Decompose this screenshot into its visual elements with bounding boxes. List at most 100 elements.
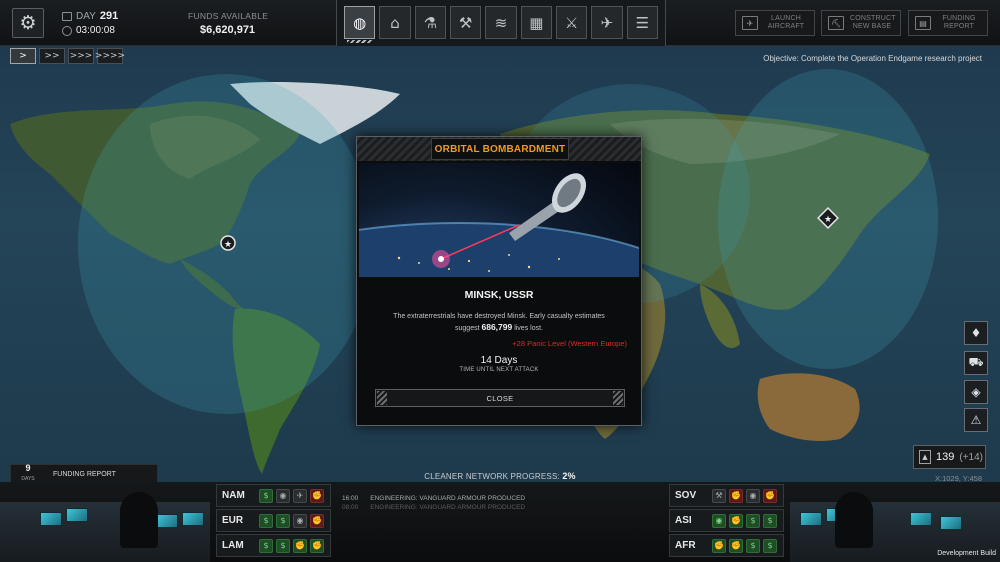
alerts-button[interactable]: ⚠: [964, 408, 988, 432]
tab-base[interactable]: ▦: [520, 6, 552, 39]
region-panel-right: SOV ⚒ ✊ ◉ ✊ ASI ◉ ✊ $ $ AFR ✊ ✊ $ $: [669, 484, 784, 559]
region-row-afr[interactable]: AFR ✊ ✊ $ $: [669, 534, 784, 557]
gear-icon: ⚙: [19, 12, 37, 34]
interceptor-status-icon: $: [746, 513, 760, 528]
log-time: 08:00: [342, 504, 359, 511]
aircraft-jet-icon: ✈: [600, 13, 614, 32]
region-row-asi[interactable]: ASI ◉ ✊ $ $: [669, 509, 784, 532]
weapons-rifle-icon: ⚔: [564, 13, 579, 32]
console-screen: [182, 512, 204, 526]
radar-status-icon: ✊: [729, 513, 743, 528]
tab-aircraft[interactable]: ✈: [591, 6, 623, 39]
region-row-lam[interactable]: LAM $ $ ✊ ✊: [216, 534, 331, 557]
scientist-counter: ▲ 139 (+14): [913, 445, 986, 469]
main-nav-tabs: ◍ ⌂ ⚗ ⚒ ≋ ▦ ⚔ ✈ ☰: [336, 0, 666, 46]
target-city: MINSK, USSR: [464, 289, 534, 301]
panic-status-icon: $: [763, 538, 777, 553]
tab-archive[interactable]: ☰: [626, 6, 658, 39]
radar-status-icon: $: [276, 538, 290, 553]
scan-map-button[interactable]: ◈: [964, 380, 988, 404]
day-value: 291: [99, 10, 119, 22]
orbital-satellite-image: [359, 173, 639, 277]
speed-1-button[interactable]: >: [10, 48, 36, 64]
tab-geoscape[interactable]: ◍: [344, 6, 376, 43]
calendar-icon: [62, 11, 72, 21]
tab-soldiers[interactable]: ≋: [485, 6, 517, 39]
console-screen: [940, 516, 962, 530]
tab-engineering[interactable]: ⚒: [449, 6, 482, 39]
funding-status-icon: $: [259, 538, 273, 553]
region-name: EUR: [222, 515, 244, 526]
interceptor-status-icon: $: [746, 538, 760, 553]
report-document-icon: ▤: [915, 16, 931, 30]
dialog-message: The extraterrestrials have destroyed Min…: [377, 311, 621, 334]
operator-silhouette: [120, 492, 158, 548]
funding-report-label: FUNDING REPORT: [942, 15, 976, 30]
funding-status-icon: $: [259, 488, 273, 503]
region-panel-left: NAM $ ◉ ✈ ✊ EUR $ $ ◉ ✊ LAM $ $ ✊ ✊: [216, 484, 331, 559]
continent-australia: [757, 373, 860, 441]
radar-status-icon: ✊: [729, 488, 743, 503]
log-text: ENGINEERING: VANGUARD ARMOUR PRODUCED: [370, 495, 526, 502]
vehicle-button[interactable]: ⛟: [964, 351, 988, 375]
region-row-nam[interactable]: NAM $ ◉ ✈ ✊: [216, 484, 331, 507]
interceptor-status-icon: ✊: [293, 538, 307, 553]
panic-status-icon: $: [763, 513, 777, 528]
console-screen: [156, 514, 178, 528]
svg-text:★: ★: [824, 215, 832, 225]
radar-status-icon: ✊: [729, 538, 743, 553]
cleaner-progress-value: 2%: [562, 471, 576, 481]
engineering-wrench-icon: ⚒: [458, 13, 473, 32]
log-entry: 16:00 ENGINEERING: VANGUARD ARMOUR PRODU…: [342, 494, 525, 503]
tab-research[interactable]: ⚗: [414, 6, 446, 39]
day-label: DAY: [76, 10, 96, 22]
funds-label: FUNDS AVAILABLE: [188, 11, 269, 21]
log-entry: 08:00 ENGINEERING: VANGUARD ARMOUR PRODU…: [342, 503, 525, 512]
tab-hangar[interactable]: ⌂: [379, 6, 411, 39]
funding-status-icon: ◉: [712, 513, 726, 528]
tab-armory[interactable]: ⚔: [555, 6, 588, 39]
console-screen: [66, 508, 88, 522]
region-name: SOV: [675, 490, 697, 501]
casualty-count: 686,799: [481, 322, 513, 332]
funding-status-icon: ✊: [712, 538, 726, 553]
speed-4-button[interactable]: >>>>: [95, 48, 125, 64]
close-button[interactable]: CLOSE: [375, 389, 625, 407]
console-desk-left: [0, 492, 210, 562]
day-counter: DAY 291: [62, 10, 118, 22]
top-bar: ⚙ DAY 291 03:00:08 FUNDS AVAILABLE $6,62…: [0, 0, 1000, 46]
cleaner-progress-label: CLEANER NETWORK PROGRESS:: [424, 472, 560, 481]
region-row-eur[interactable]: EUR $ $ ◉ ✊: [216, 509, 331, 532]
excavator-icon: ⛏: [828, 16, 844, 30]
interceptor-status-icon: ✈: [293, 488, 307, 503]
settings-button[interactable]: ⚙: [12, 8, 44, 38]
message-line-2: suggest 686,799 lives lost.: [377, 322, 621, 334]
hangar-icon: ⌂: [390, 13, 400, 32]
bombardment-illustration: [359, 163, 639, 277]
console-screen: [800, 512, 822, 526]
log-text: ENGINEERING: VANGUARD ARMOUR PRODUCED: [370, 504, 526, 511]
globe-icon: ◍: [353, 13, 367, 32]
region-name: AFR: [675, 540, 696, 551]
base-facilities-icon: ▦: [529, 13, 544, 32]
speed-3-button[interactable]: >>>: [68, 48, 94, 64]
region-name: ASI: [675, 515, 692, 526]
panic-increase: +28 Panic Level (Western Europe): [512, 339, 627, 348]
launch-aircraft-button[interactable]: ✈ LAUNCH AIRCRAFT: [735, 10, 815, 36]
map-scan-icon: ◈: [971, 385, 981, 399]
cleaner-network-progress: CLEANER NETWORK PROGRESS: 2%: [0, 471, 1000, 481]
log-time: 16:00: [342, 495, 359, 502]
time-value: 03:00:08: [76, 25, 115, 36]
funding-report-button[interactable]: ▤ FUNDING REPORT: [908, 10, 988, 36]
region-row-sov[interactable]: SOV ⚒ ✊ ◉ ✊: [669, 484, 784, 507]
crystal-resource-button[interactable]: ♦: [964, 321, 988, 345]
radar-status-icon: ◉: [276, 488, 290, 503]
funds-value: $6,620,971: [200, 24, 256, 36]
vehicle-icon: ⛟: [968, 355, 984, 369]
launch-aircraft-label: LAUNCH AIRCRAFT: [767, 15, 805, 30]
speed-2-button[interactable]: >>: [39, 48, 65, 64]
construct-base-button[interactable]: ⛏ CONSTRUCT NEW BASE: [821, 10, 901, 36]
days-until-attack: 14 Days: [480, 355, 518, 366]
panic-status-icon: ✊: [310, 513, 324, 528]
funding-status-icon: $: [259, 513, 273, 528]
